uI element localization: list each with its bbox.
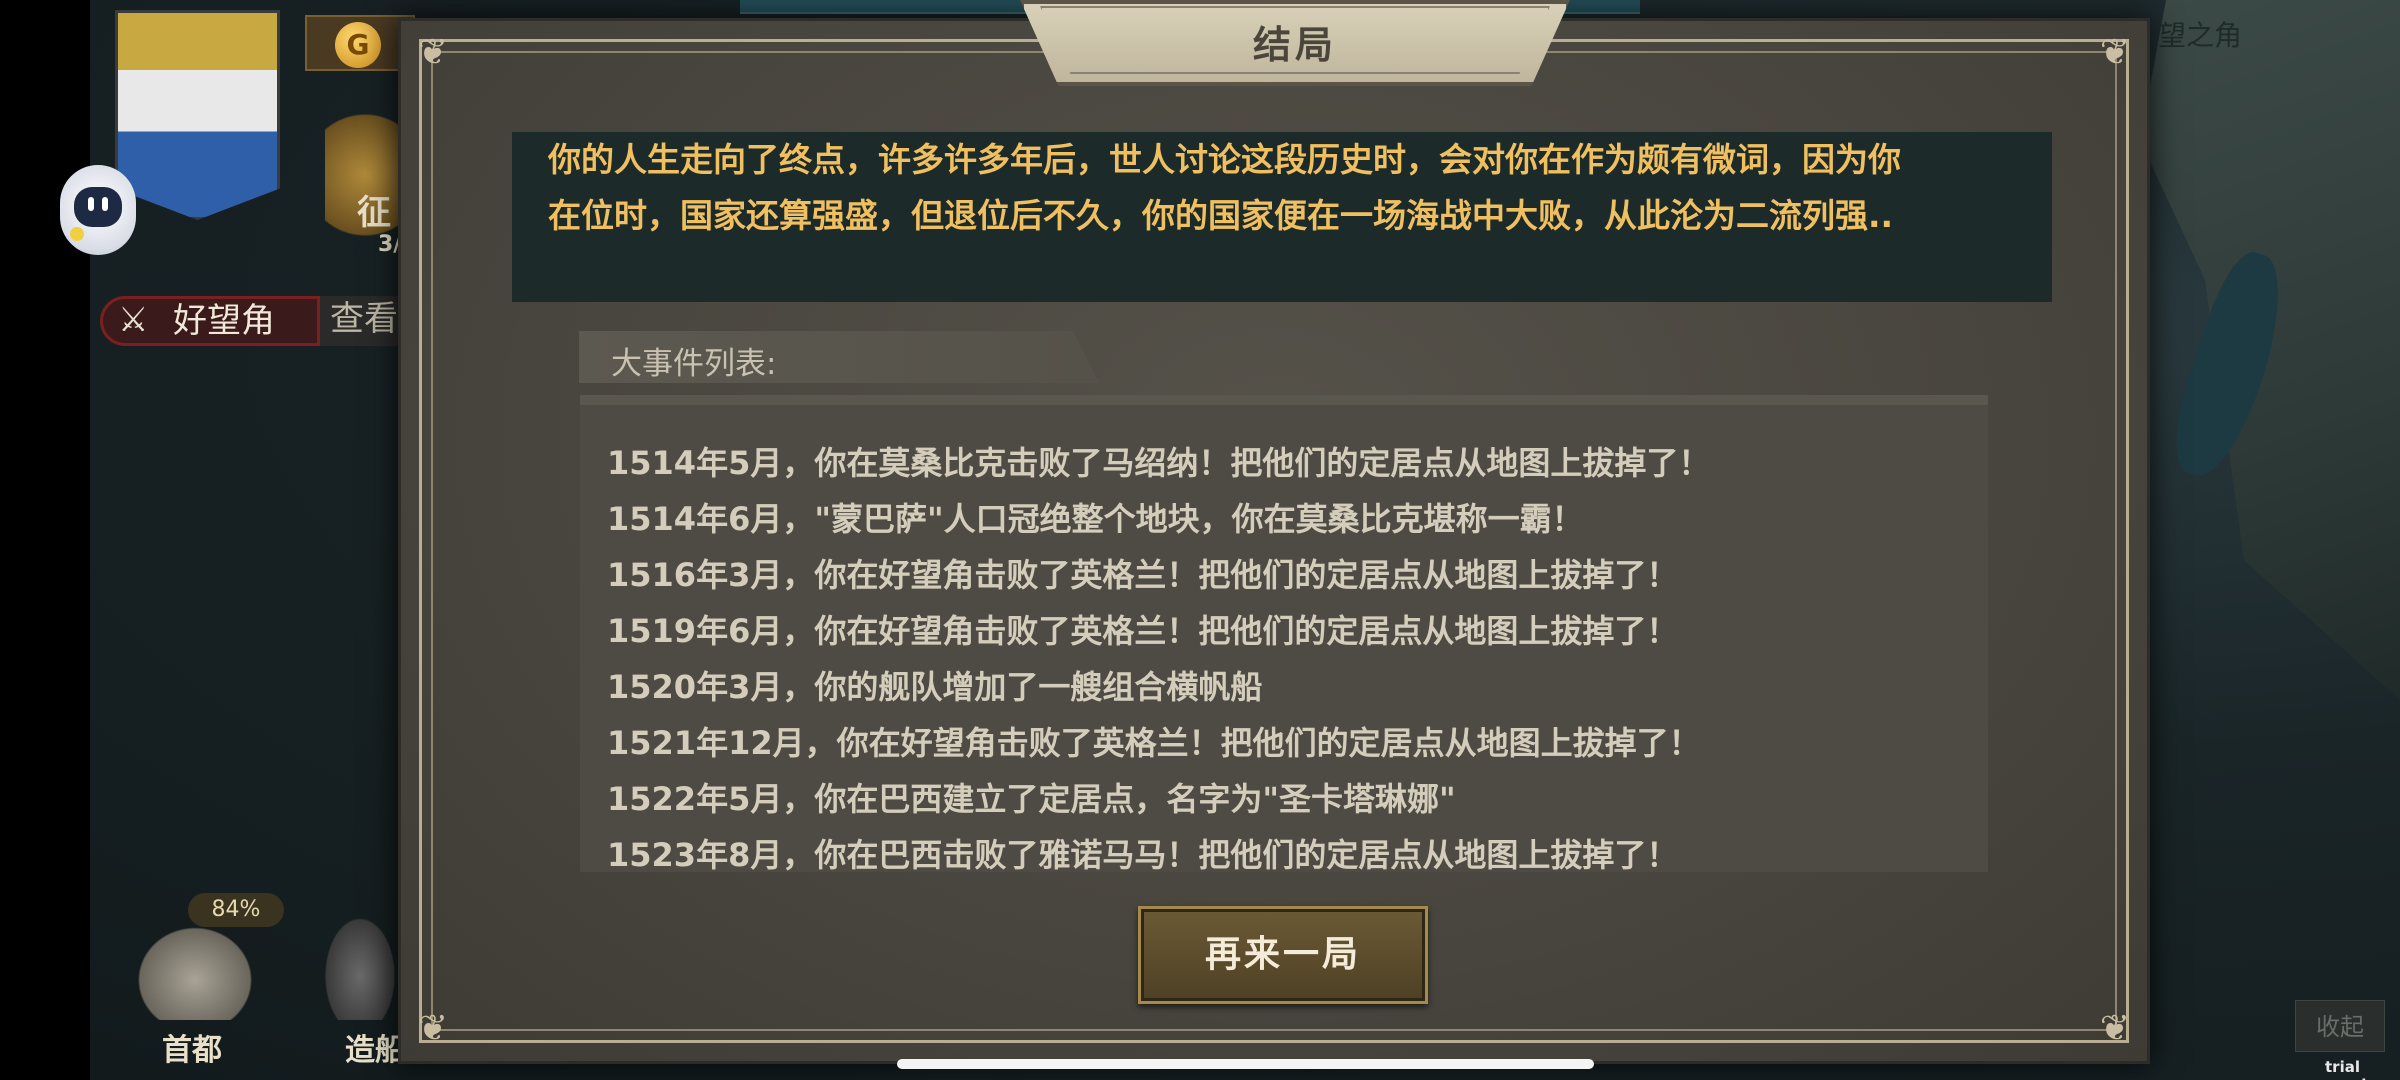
event-item: 1519年6月，你在好望角击败了英格兰！把他们的定居点从地图上拔掉了！ — [607, 612, 1679, 650]
event-item: 1516年3月，你在好望角击败了英格兰！把他们的定居点从地图上拔掉了！ — [607, 556, 1679, 594]
corner-ornament-icon: ❦ — [2099, 1008, 2131, 1049]
event-item: 1523年8月，你在巴西击败了雅诺马马！把他们的定居点从地图上拔掉了！ — [607, 836, 1679, 872]
replay-button[interactable]: 再来一局 — [1138, 906, 1428, 1004]
collapse-button[interactable]: 收起 — [2295, 1000, 2385, 1052]
capital-building-icon[interactable] — [130, 920, 260, 1020]
map-region-label: 望之角 — [2158, 19, 2243, 52]
ending-summary-box: 你的人生走向了终点，许多许多年后，世人讨论这段历史时，会对你在作为颇有微词，因为… — [512, 132, 2052, 302]
coin-icon: G — [335, 22, 381, 68]
corner-ornament-icon: ❦ — [2099, 32, 2131, 73]
robot-assistant-button[interactable] — [60, 165, 136, 255]
event-item: 1521年12月，你在好望角击败了英格兰！把他们的定居点从地图上拔掉了！ — [607, 724, 1701, 762]
summary-line-2: 在位时，国家还算强盛，但退位后不久，你的国家便在一场海战中大败，从此沦为二流列强… — [548, 196, 1894, 235]
trial-version-label: trial version — [2325, 1058, 2387, 1080]
crossed-swords-icon: ⚔ — [118, 300, 149, 340]
summary-line-1: 你的人生走向了终点，许多许多年后，世人讨论这段历史时，会对你在作为颇有微词，因为… — [548, 140, 1901, 179]
event-item: 1514年6月，"蒙巴萨"人口冠绝整个地块，你在莫桑比克堪称一霸！ — [607, 500, 1584, 538]
conquer-label: 征 — [357, 193, 391, 233]
corner-ornament-icon: ❦ — [417, 32, 449, 73]
shipyard-label[interactable]: 造船 — [345, 1025, 405, 1069]
home-indicator[interactable] — [897, 1059, 1594, 1069]
dialog-title: 结局 — [1252, 23, 1337, 67]
ship-icon[interactable] — [320, 910, 400, 1020]
event-item: 1520年3月，你的舰队增加了一艘组合横帆船 — [607, 668, 1263, 706]
robot-assistant-icon — [74, 187, 122, 227]
notification-dot — [70, 227, 84, 241]
events-header-label: 大事件列表: — [611, 346, 777, 382]
corner-ornament-icon: ❦ — [417, 1008, 449, 1049]
left-letterbox — [0, 0, 90, 1080]
location-name: 好望角 — [173, 301, 275, 341]
event-item: 1514年5月，你在莫桑比克击败了马绍纳！把他们的定居点从地图上拔掉了！ — [607, 444, 1711, 482]
capital-label[interactable]: 首都 — [162, 1025, 222, 1069]
view-button[interactable]: 查看 — [320, 296, 400, 346]
events-list[interactable]: 1514年5月，你在莫桑比克击败了马绍纳！把他们的定居点从地图上拔掉了！ 151… — [580, 395, 1988, 872]
nation-flag[interactable] — [115, 10, 280, 220]
event-item: 1522年5月，你在巴西建立了定居点，名字为"圣卡塔琳娜" — [607, 780, 1456, 818]
